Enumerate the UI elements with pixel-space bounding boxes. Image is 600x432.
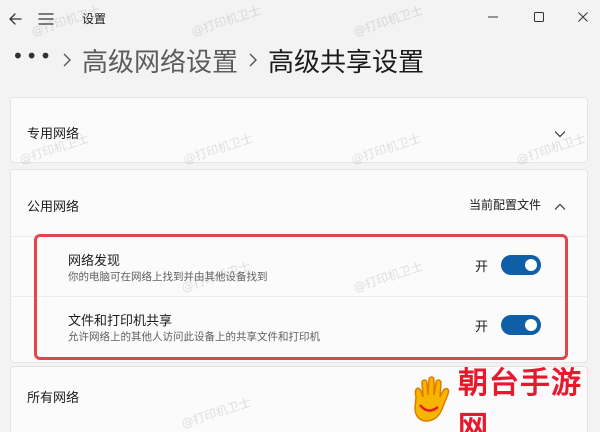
network-discovery-row: 网络发现 你的电脑可在网络上找到并由其他设备找到 开 xyxy=(11,236,587,295)
private-network-label: 专用网络 xyxy=(27,127,80,142)
network-discovery-title: 网络发现 xyxy=(68,254,121,269)
toggle-knob xyxy=(525,319,537,331)
all-networks-label: 所有网络 xyxy=(27,391,80,406)
page-title: 高级共享设置 xyxy=(268,47,425,78)
breadcrumb-parent[interactable]: 高级网络设置 xyxy=(82,42,238,79)
chevron-right-icon xyxy=(52,52,82,68)
chevron-right-icon xyxy=(238,52,268,68)
brand-name: 朝台手游网 xyxy=(458,366,582,432)
breadcrumb: ••• 高级网络设置 高级共享设置 xyxy=(12,40,424,80)
chevron-down-icon[interactable] xyxy=(553,124,567,143)
file-printer-sharing-state: 开 xyxy=(475,320,489,335)
brand-logo: 朝台手游网 xyxy=(408,366,600,432)
toggle-knob xyxy=(525,259,537,271)
close-icon[interactable] xyxy=(560,3,600,31)
public-network-section: 公用网络 当前配置文件 网络发现 你的电脑可在网络上找到并由其他设备找到 开 文… xyxy=(10,169,588,363)
private-network-section[interactable]: 专用网络 xyxy=(10,97,588,163)
window-title: 设置 xyxy=(82,12,107,26)
public-network-label: 公用网络 xyxy=(27,200,80,215)
current-profile-label: 当前配置文件 xyxy=(468,198,541,212)
title-bar: 设置 xyxy=(0,0,600,38)
hand-logo-icon xyxy=(408,375,454,429)
network-discovery-toggle[interactable] xyxy=(501,255,541,275)
file-printer-sharing-toggle[interactable] xyxy=(501,315,541,335)
chevron-up-icon[interactable] xyxy=(553,197,567,216)
breadcrumb-more-button[interactable]: ••• xyxy=(12,44,52,68)
file-printer-sharing-row: 文件和打印机共享 允许网络上的其他人访问此设备上的共享文件和打印机 开 xyxy=(11,296,587,355)
file-printer-sharing-description: 允许网络上的其他人访问此设备上的共享文件和打印机 xyxy=(68,331,320,343)
file-printer-sharing-title: 文件和打印机共享 xyxy=(68,314,173,329)
back-arrow-icon[interactable] xyxy=(6,9,26,29)
hamburger-icon[interactable] xyxy=(37,10,55,28)
network-discovery-state: 开 xyxy=(475,260,489,275)
maximize-icon[interactable] xyxy=(516,3,562,31)
minimize-icon[interactable] xyxy=(470,3,516,31)
network-discovery-description: 你的电脑可在网络上找到并由其他设备找到 xyxy=(68,271,268,283)
